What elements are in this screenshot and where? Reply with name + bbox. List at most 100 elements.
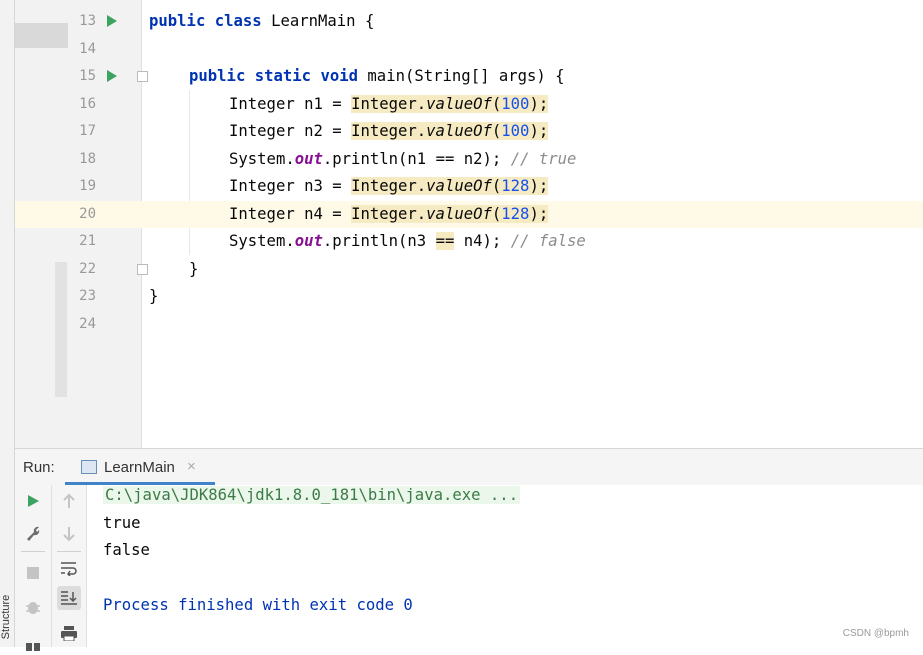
highlighted-call: Integer.valueOf(128);: [351, 177, 549, 195]
printer-icon: [61, 626, 77, 641]
class-ref: Integer.: [351, 122, 427, 140]
line-number: 24: [79, 315, 96, 332]
highlighted-call: Integer.valueOf(100);: [351, 94, 549, 113]
code-line-20-current: 20 Integer n4 = Integer.valueOf(128);: [15, 200, 923, 228]
highlighted-call: Integer.valueOf(100);: [351, 122, 549, 140]
toolbar-separator: [57, 551, 81, 552]
play-icon: [28, 495, 39, 507]
debug-button[interactable]: [21, 595, 45, 619]
run-label: Run:: [23, 459, 55, 476]
up-stack-button[interactable]: [57, 489, 81, 513]
number-literal: 100: [501, 122, 530, 140]
run-gutter-icon[interactable]: [107, 15, 117, 27]
scroll-to-end-button[interactable]: [57, 586, 81, 610]
class-ref: System.: [229, 232, 295, 250]
code-line-14: 14: [15, 36, 923, 64]
line-number: 19: [79, 178, 96, 194]
brace: }: [149, 287, 159, 305]
keyword: public: [189, 67, 246, 85]
code-line-21: 21 System.out.println(n3 == n4); // fals…: [15, 228, 923, 256]
code-line-16: 16 Integer n1 = Integer.valueOf(100);: [15, 91, 923, 119]
declaration: Integer n2 =: [229, 122, 352, 140]
keyword: void: [320, 67, 359, 85]
edit-configuration-button[interactable]: [21, 521, 45, 545]
line-number: 17: [79, 123, 96, 139]
paren: );: [529, 94, 549, 113]
run-tab-label: LearnMain: [104, 459, 175, 476]
scroll-to-end-icon: [61, 591, 77, 605]
stop-button[interactable]: [21, 561, 45, 585]
operator: ==: [435, 149, 455, 168]
console-output-line: true: [103, 514, 141, 532]
method-call: .println(n3: [322, 232, 436, 250]
expression: n4);: [454, 232, 511, 250]
line-number: 13: [79, 13, 96, 29]
brace: }: [189, 259, 199, 278]
run-toolbar-secondary: [52, 485, 87, 647]
toolbar-separator: [21, 551, 45, 552]
paren: );: [529, 177, 549, 195]
code-editor[interactable]: 13 public class LearnMain { 14 15 public…: [15, 0, 923, 448]
console-output[interactable]: C:\java\JDK864\jdk1.8.0_181\bin\java.exe…: [103, 485, 923, 647]
layout-icon: [26, 643, 40, 651]
expression: n2);: [454, 149, 511, 168]
code-line-19: 19 Integer n3 = Integer.valueOf(128);: [15, 173, 923, 201]
console-icon: [81, 460, 97, 474]
paren: (: [491, 122, 502, 140]
paren: (: [491, 94, 502, 113]
run-tool-window: C:\java\JDK864\jdk1.8.0_181\bin\java.exe…: [15, 485, 923, 651]
method-name: valueOf: [426, 122, 492, 140]
soft-wrap-icon: [61, 562, 77, 576]
line-number: 20: [79, 205, 96, 222]
console-command-line: C:\java\JDK864\jdk1.8.0_181\bin\java.exe…: [103, 486, 521, 504]
down-stack-button[interactable]: [57, 522, 81, 546]
left-tool-window-strip: Structure: [0, 0, 15, 647]
structure-tool-button[interactable]: Structure: [0, 583, 14, 651]
run-tab-learnmain[interactable]: LearnMain ×: [65, 449, 215, 485]
arrow-up-icon: [63, 493, 75, 508]
method-name: valueOf: [426, 204, 492, 223]
class-name: LearnMain {: [271, 12, 375, 30]
paren: );: [529, 204, 549, 223]
keyword: public: [149, 12, 206, 30]
code-line-18: 18 System.out.println(n1 == n2); // true: [15, 146, 923, 174]
operator-highlighted: ==: [435, 232, 455, 250]
line-number: 18: [79, 150, 96, 167]
number-literal: 100: [501, 94, 530, 113]
line-number: 15: [79, 68, 96, 84]
console-output-line: false: [103, 541, 150, 559]
paren: (: [491, 177, 502, 195]
arrow-down-icon: [63, 527, 75, 542]
comment: // true: [510, 149, 577, 168]
layout-button[interactable]: [21, 631, 45, 655]
rerun-button[interactable]: [21, 489, 45, 513]
declaration: Integer n4 =: [229, 204, 352, 223]
close-icon[interactable]: ×: [187, 458, 196, 475]
keyword: class: [214, 12, 262, 30]
class-ref: Integer.: [351, 204, 427, 223]
class-ref: Integer.: [351, 94, 427, 113]
run-tool-window-header: Run: LearnMain ×: [15, 448, 923, 486]
declaration: Integer n1 =: [229, 94, 352, 113]
wrench-icon: [27, 526, 40, 541]
static-field: out: [294, 149, 323, 168]
number-literal: 128: [501, 204, 530, 223]
run-gutter-icon[interactable]: [107, 70, 117, 82]
line-number: 22: [79, 260, 96, 277]
stop-icon: [27, 567, 39, 579]
code-line-15: 15 public static void main(String[] args…: [15, 63, 923, 91]
code-line-13: 13 public class LearnMain {: [15, 8, 923, 36]
soft-wrap-button[interactable]: [57, 556, 81, 580]
method-name: valueOf: [426, 94, 492, 113]
method-name: valueOf: [426, 177, 492, 195]
line-number: 16: [79, 95, 96, 112]
fold-icon[interactable]: [137, 71, 148, 82]
fold-end-icon[interactable]: [137, 263, 148, 275]
comment: // false: [510, 232, 586, 250]
class-ref: System.: [229, 149, 295, 168]
code-line-17: 17 Integer n2 = Integer.valueOf(100);: [15, 118, 923, 146]
print-button[interactable]: [57, 621, 81, 645]
line-number: 23: [79, 288, 96, 304]
paren: );: [529, 122, 549, 140]
highlighted-call: Integer.valueOf(128);: [351, 204, 549, 223]
